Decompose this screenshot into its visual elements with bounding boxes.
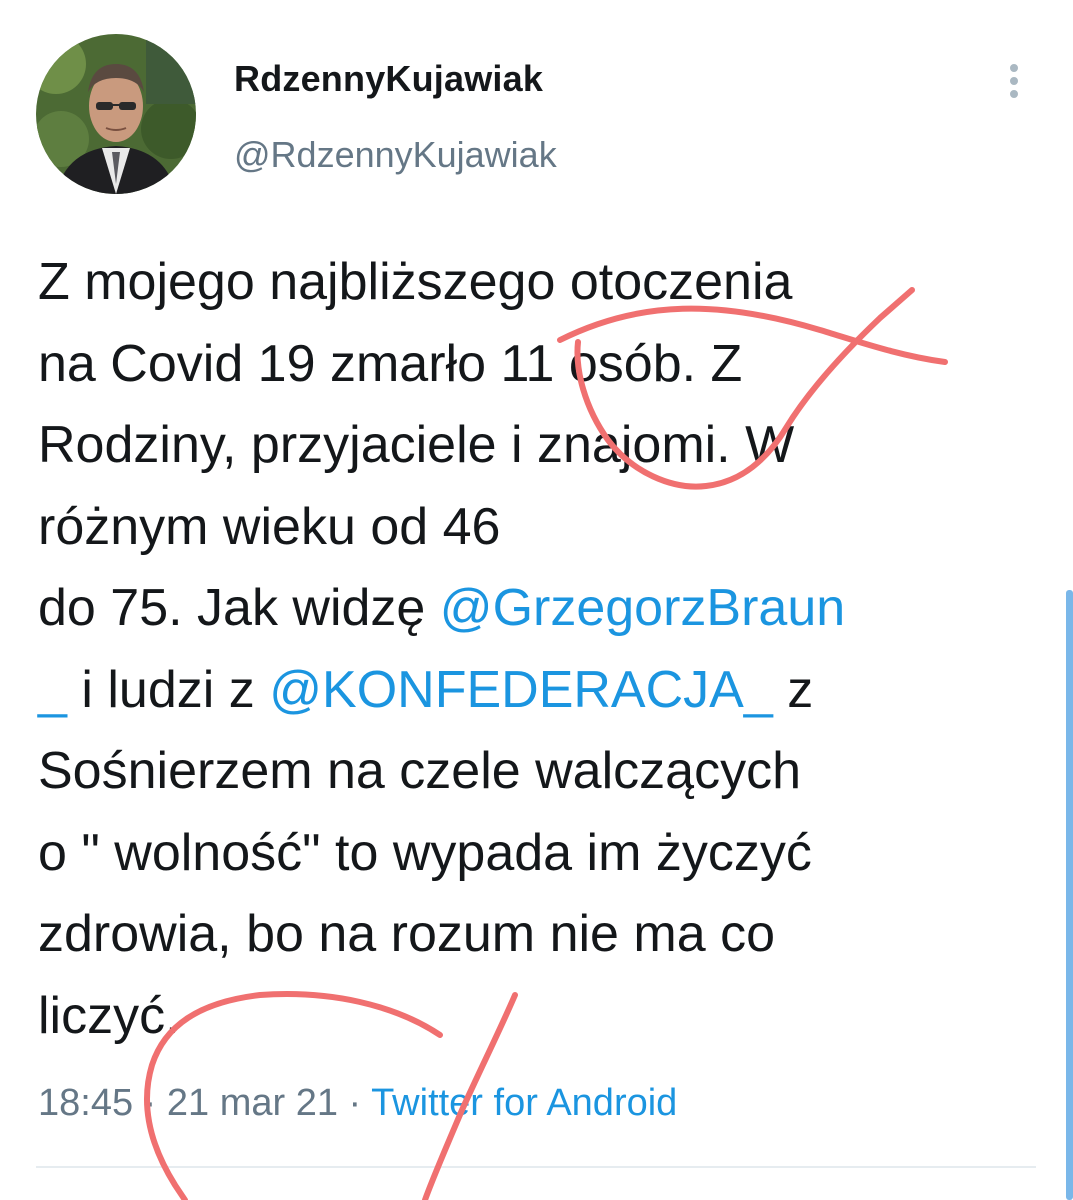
mention-link[interactable]: @KONFEDERACJA_	[269, 661, 773, 719]
tweet-text-segment: Z mojego najbliższego otoczenia	[38, 253, 793, 311]
tweet-text-segment: Rodziny, przyjaciele i znajomi. W	[38, 416, 795, 474]
tweet-date[interactable]: 21 mar 21	[167, 1082, 338, 1124]
meta-separator: ·	[337, 1082, 372, 1124]
tweet-text-segment: o " wolność" to wypada im życzyć	[38, 823, 812, 882]
mention-link[interactable]: _	[38, 661, 67, 719]
tweet-text-segment: różnym wieku od 46	[38, 497, 501, 556]
meta-separator: ·	[133, 1082, 167, 1124]
scrollbar[interactable]	[1066, 590, 1073, 1200]
tweet-line: Z mojego najbliższego otoczenia	[38, 242, 1038, 324]
avatar[interactable]	[36, 34, 196, 194]
tweet-text-segment: na Covid 19 zmarło 11 osób. Z	[38, 334, 743, 393]
display-name[interactable]: RdzennyKujawiak	[234, 58, 543, 100]
tweet-text-segment: do 75. Jak widzę	[38, 579, 440, 637]
divider	[36, 1166, 1036, 1168]
tweet-text: Z mojego najbliższego otoczenia na Covid …	[38, 242, 1038, 1057]
mention-link[interactable]: @GrzegorzBraun	[440, 579, 845, 637]
user-handle[interactable]: @RdzennyKujawiak	[234, 134, 557, 176]
tweet-time[interactable]: 18:45	[38, 1082, 133, 1124]
tweet-line: na Covid 19 zmarło 11 osób. Z	[38, 324, 1038, 406]
tweet-line: do 75. Jak widzę @GrzegorzBraun	[38, 568, 1038, 650]
tweet-text-segment: i ludzi z	[66, 660, 270, 719]
tweet-text-segment: Sośnierzem na czele walczących	[38, 742, 801, 800]
tweet-line: _ i ludzi z @KONFEDERACJA_ z	[38, 650, 1038, 732]
tweet-line: liczyć.	[38, 976, 1038, 1058]
tweet-text-segment: liczyć.	[38, 986, 180, 1045]
tweet-line: różnym wieku od 46	[38, 487, 1038, 569]
more-vertical-icon[interactable]	[998, 62, 1030, 102]
tweet-meta: 18:45 · 21 mar 21 · Twitter for Android	[38, 1082, 677, 1125]
tweet-text-segment: z	[772, 660, 814, 719]
tweet-text-segment: zdrowia, bo na rozum nie ma co	[38, 905, 776, 963]
tweet-source-link[interactable]: Twitter for Android	[371, 1082, 677, 1124]
tweet-line: Rodziny, przyjaciele i znajomi. W	[38, 405, 1038, 487]
tweet-line: Sośnierzem na czele walczących	[38, 731, 1038, 813]
tweet-line: zdrowia, bo na rozum nie ma co	[38, 894, 1038, 976]
tweet-line: o " wolność" to wypada im życzyć	[38, 813, 1038, 895]
